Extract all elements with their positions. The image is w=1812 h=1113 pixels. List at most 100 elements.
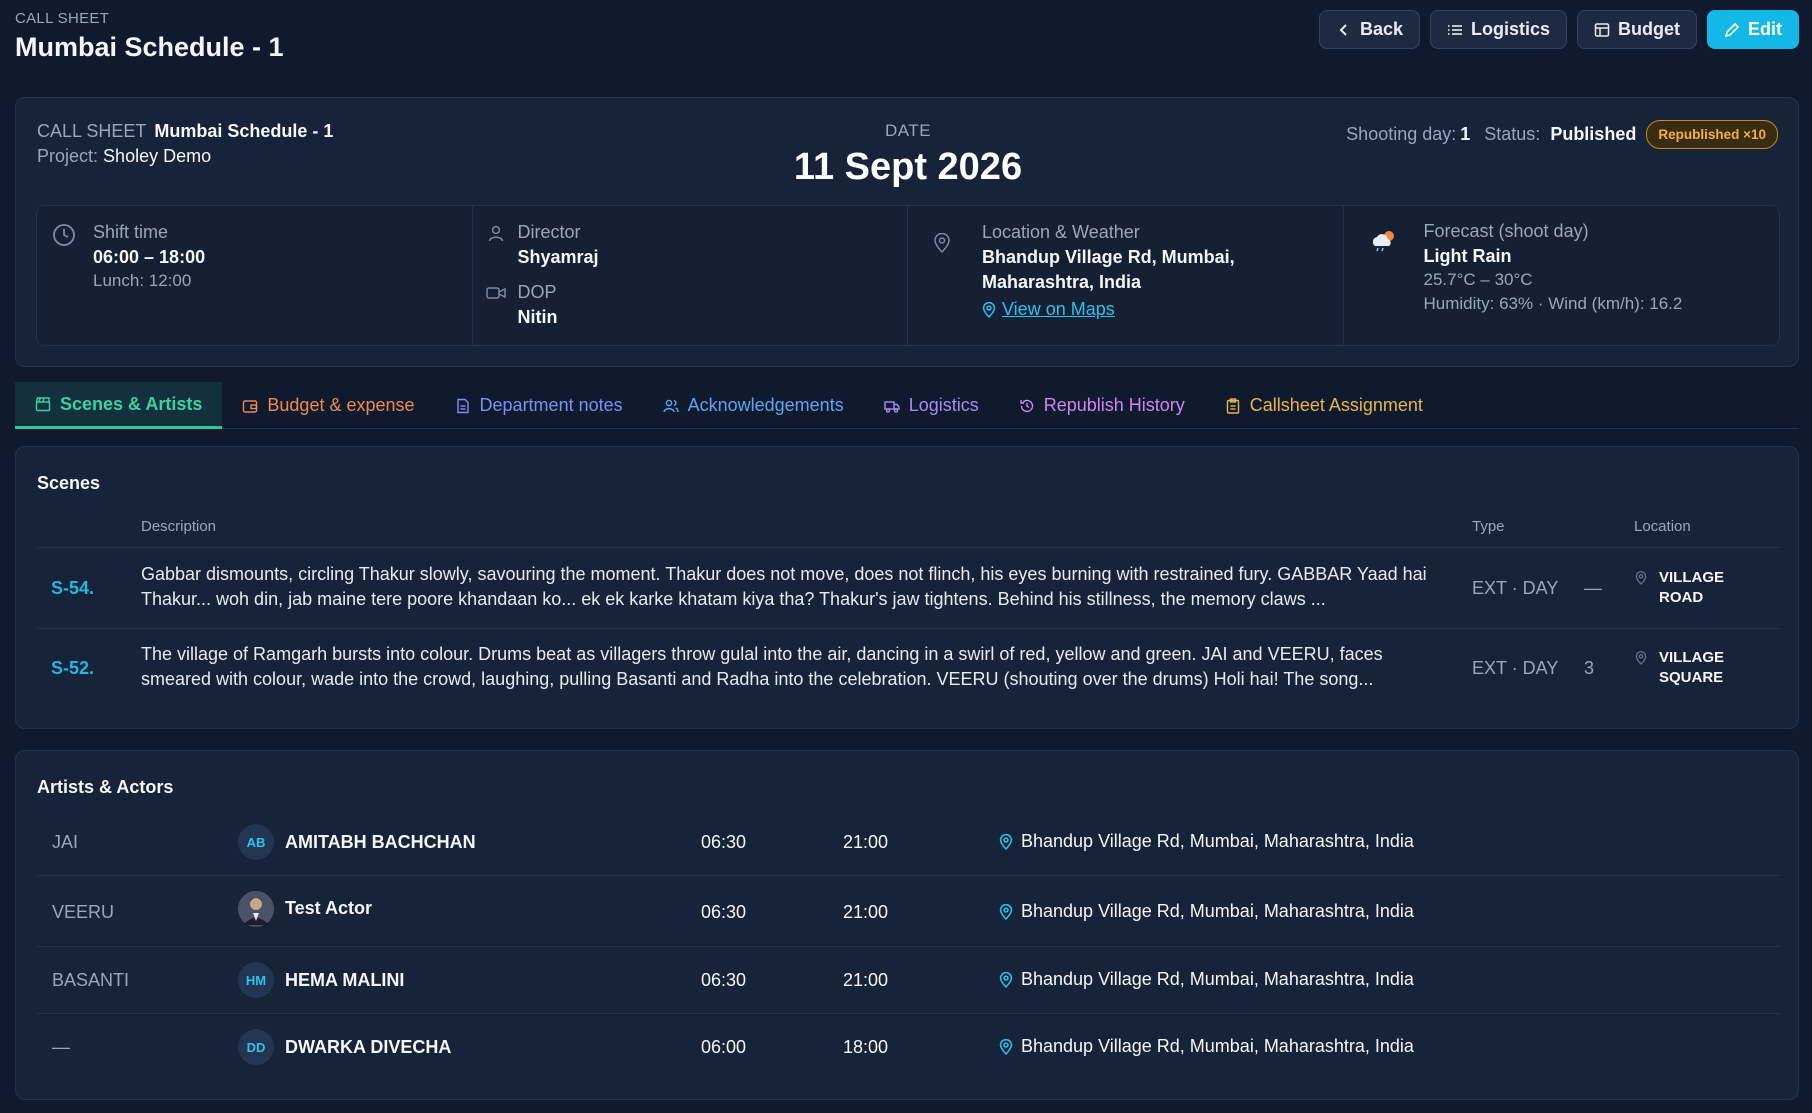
artist-location-text: Bhandup Village Rd, Mumbai, Maharashtra,… [1021,969,1414,989]
tab-department-notes-label: Department notes [479,395,623,415]
section-tabs: Scenes & Artists Budget & expense Depart… [15,382,1799,429]
artist-role: BASANTI [52,970,130,990]
tab-department-notes[interactable]: Department notes [435,382,643,429]
shift-cell: Shift time 06:00 – 18:00 Lunch: 12:00 [37,206,473,345]
scene-location-line2: SQUARE [1659,669,1724,686]
scene-location: VILLAGE ROAD [1659,568,1724,608]
artist-wrap-time: 21:00 [843,832,889,852]
map-pin-icon [982,301,996,318]
scene-id: S-54. [51,578,95,598]
page-eyebrow: CALL SHEET [15,10,110,27]
chevron-left-icon [1339,23,1347,36]
artist-role: JAI [52,832,79,852]
tab-republish-history-label: Republish History [1043,395,1185,415]
artists-title: Artists & Actors [37,777,174,797]
location-address-line2: Maharashtra, India [982,272,1142,292]
callsheet-summary-card: CALL SHEET Mumbai Schedule - 1 Project: S… [15,97,1799,367]
tab-scenes-artists-label: Scenes & Artists [60,393,203,414]
map-pin-icon [1635,571,1647,585]
artist-wrap-time: 21:00 [843,902,889,922]
artist-row[interactable]: BASANTI HM HEMA MALINI 06:30 21:00 Bhand… [37,947,1781,1014]
back-button-label: Back [1359,19,1403,39]
artist-row[interactable]: — DD DWARKA DIVECHA 06:00 18:00 Bhandup … [37,1014,1781,1081]
edit-button-label: Edit [1748,19,1782,39]
avatar-photo [238,891,274,927]
dop-name: Nitin [517,307,558,327]
forecast-cell: Forecast (shoot day) Light Rain 25.7°C –… [1343,206,1779,345]
scene-count: — [1584,578,1602,598]
avatar: HM [238,962,274,998]
scene-location-line2: ROAD [1659,589,1704,606]
budget-button[interactable]: Budget [1577,10,1697,49]
artist-wrap-time: 21:00 [843,970,889,990]
artists-section: Artists & Actors JAI AB AMITABH BACHCHAN… [15,750,1799,1100]
budget-button-label: Budget [1618,19,1680,39]
tab-callsheet-assignment[interactable]: Callsheet Assignment [1205,382,1443,429]
tab-scenes-artists[interactable]: Scenes & Artists [15,382,223,429]
artist-row[interactable]: VEERU Test Actor 06:30 21:00 Bhandup Vil… [37,877,1781,947]
artist-wrap-time: 18:00 [843,1037,889,1057]
director-label: Director [517,222,581,242]
tab-budget-expense[interactable]: Budget & expense [222,382,434,429]
shooting-day-value: 1 [1460,124,1471,144]
shift-label: Shift time [93,222,169,242]
location-label: Location & Weather [982,222,1140,242]
view-on-maps-label: View on Maps [1002,299,1115,319]
tab-logistics[interactable]: Logistics [864,382,999,429]
tab-acknowledgements[interactable]: Acknowledgements [643,382,864,429]
tab-republish-history[interactable]: Republish History [999,382,1205,429]
page-title: Mumbai Schedule - 1 [15,32,284,62]
scene-description: Gabbar dismounts, circling Thakur slowly… [141,564,1427,609]
view-on-maps-link[interactable]: View on Maps [982,299,1115,320]
scene-description: The village of Ramgarh bursts into colou… [141,644,1383,689]
artist-name: Test Actor [285,898,373,918]
tab-acknowledgements-label: Acknowledgements [687,395,844,415]
scene-location-line1: VILLAGE [1659,649,1725,666]
map-pin-icon [999,971,1013,988]
artist-name: HEMA MALINI [285,970,405,990]
artist-role: VEERU [52,902,115,922]
pencil-icon [1724,22,1740,37]
header-actions: Back Logistics Budget Edit [1318,10,1799,49]
lunch-time: Lunch: 12:00 [93,271,192,290]
map-pin-icon [999,1038,1013,1055]
scene-location-line1: VILLAGE [1659,569,1725,586]
director-name: Shyamraj [517,247,599,267]
artist-row[interactable]: JAI AB AMITABH BACHCHAN 06:30 21:00 Bhan… [37,809,1781,876]
map-pin-icon [934,233,950,253]
location-cell: Location & Weather Bhandup Village Rd, M… [908,206,1344,345]
artist-call-time: 06:30 [701,832,747,852]
artist-call-time: 06:00 [701,1037,747,1057]
artist-location: Bhandup Village Rd, Mumbai, Maharashtra,… [999,901,1414,922]
tab-logistics-label: Logistics [908,395,979,415]
scene-id: S-52. [51,658,95,678]
scenes-section: Scenes Description Type Location S-54. G… [15,446,1799,729]
logistics-button[interactable]: Logistics [1429,10,1567,49]
status-label: Status: [1484,124,1541,144]
back-button[interactable]: Back [1318,10,1420,49]
list-icon [1447,24,1462,35]
tab-callsheet-assignment-label: Callsheet Assignment [1249,395,1423,415]
scene-location: VILLAGE SQUARE [1659,648,1724,688]
scene-row[interactable]: S-52. The village of Ramgarh bursts into… [16,629,1800,709]
avatar: AB [238,824,274,860]
forecast-label: Forecast (shoot day) [1423,221,1589,241]
map-pin-icon [999,833,1013,850]
artist-location-text: Bhandup Village Rd, Mumbai, Maharashtra,… [1021,831,1414,851]
scene-type: EXT · DAY [1472,578,1559,598]
dop-label: DOP [517,282,557,302]
wallet-icon [243,399,258,413]
date-value: 11 Sept 2026 [793,146,1023,188]
edit-button[interactable]: Edit [1707,10,1799,49]
scenes-header-description: Description [141,518,217,535]
forecast-temp: 25.7°C – 30°C [1423,270,1533,289]
forecast-condition: Light Rain [1423,246,1512,266]
artist-location-text: Bhandup Village Rd, Mumbai, Maharashtra,… [1021,1036,1414,1056]
info-grid: Shift time 06:00 – 18:00 Lunch: 12:00 Di… [36,205,1780,346]
scene-row[interactable]: S-54. Gabbar dismounts, circling Thakur … [16,548,1800,628]
weather-rain-icon [1372,231,1394,252]
artist-name: DWARKA DIVECHA [285,1037,452,1057]
artist-location: Bhandup Village Rd, Mumbai, Maharashtra,… [999,831,1414,852]
shift-time: 06:00 – 18:00 [93,247,206,267]
artist-location: Bhandup Village Rd, Mumbai, Maharashtra,… [999,1036,1414,1057]
